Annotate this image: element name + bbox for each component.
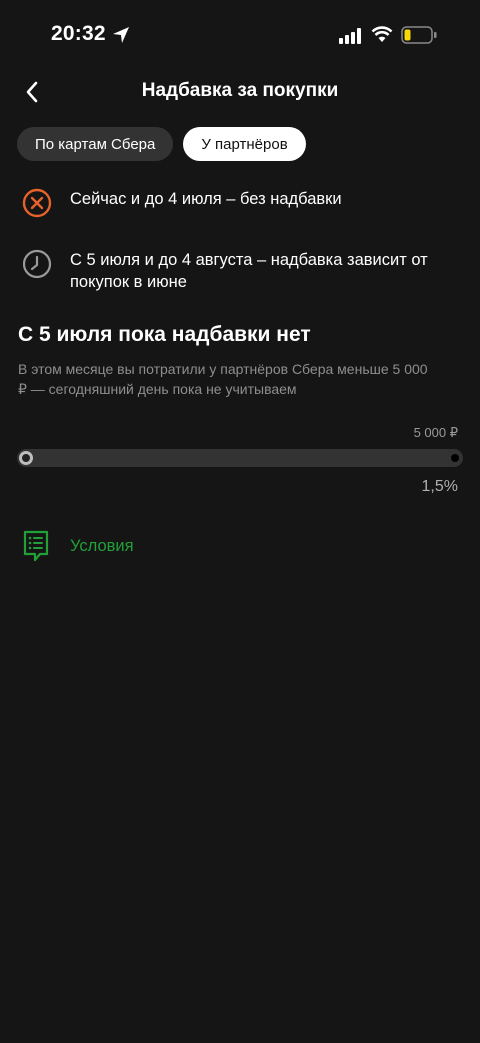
status-time: 20:32 — [51, 22, 106, 45]
progress-rate-label: 1,5% — [421, 478, 458, 495]
cancel-circle-icon — [22, 188, 52, 218]
tab-bar: По картам Сбера У партнёров — [17, 127, 306, 161]
clock-icon — [22, 249, 52, 279]
info-text-upcoming: С 5 июля и до 4 августа – надбавка завис… — [70, 251, 428, 291]
document-list-icon — [23, 530, 49, 562]
battery-icon — [401, 26, 437, 44]
conditions-label: Условия — [70, 536, 134, 555]
tab-partners[interactable]: У партнёров — [183, 127, 306, 161]
cellular-signal-icon — [339, 28, 361, 44]
progress-start-marker — [19, 451, 33, 465]
wifi-icon — [371, 26, 393, 42]
info-row-current: Сейчас и до 4 июля – без надбавки — [20, 186, 460, 220]
section-description: В этом месяце вы потратили у партнёров С… — [18, 361, 428, 397]
status-bar: 20:32 — [0, 0, 480, 70]
section-title: С 5 июля пока надбавки нет — [18, 323, 311, 346]
nav-header: Надбавка за покупки — [0, 70, 480, 114]
page-title: Надбавка за покупки — [141, 80, 339, 101]
location-arrow-icon — [113, 27, 129, 43]
conditions-link[interactable]: Условия — [22, 529, 134, 563]
progress-end-marker — [451, 454, 459, 462]
info-row-upcoming: С 5 июля и до 4 августа – надбавка завис… — [20, 247, 460, 293]
tab-sber-cards[interactable]: По картам Сбера — [17, 127, 174, 161]
progress-limit-label: 5 000 ₽ — [413, 425, 458, 440]
info-text-current: Сейчас и до 4 июля – без надбавки — [70, 190, 342, 208]
spending-progress-bar — [17, 449, 463, 467]
